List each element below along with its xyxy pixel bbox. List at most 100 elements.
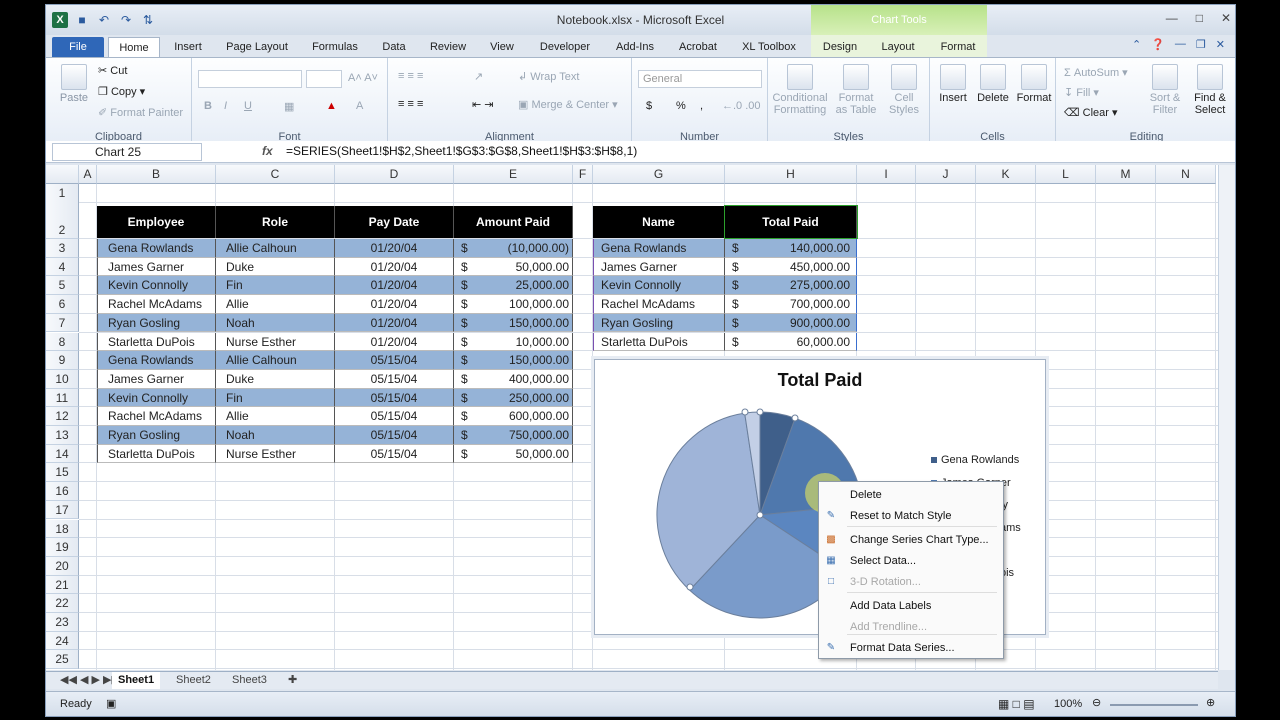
tab-home[interactable]: Home [108, 37, 160, 57]
insert-sheet-icon[interactable]: ✚ [282, 672, 303, 689]
row-header-14[interactable]: 14 [46, 444, 79, 464]
row-header-15[interactable]: 15 [46, 463, 79, 483]
table2-name-cell[interactable]: Starletta DuPois [593, 332, 725, 352]
table2-header-cell[interactable]: Total Paid [724, 205, 858, 239]
table1-cell[interactable]: 01/20/04 [335, 313, 454, 333]
table2-name-cell[interactable]: Gena Rowlands [593, 239, 725, 258]
conditional-formatting-button[interactable]: Conditional Formatting [772, 64, 828, 116]
format-cells-button[interactable]: Format [1014, 64, 1054, 104]
table1-cell[interactable]: 01/20/04 [335, 257, 454, 277]
comma-button[interactable]: , [700, 100, 703, 112]
row-header-22[interactable]: 22 [46, 594, 79, 613]
column-header-a[interactable]: A [79, 165, 97, 184]
formula-input[interactable]: =SERIES(Sheet1!$H$2,Sheet1!$G$3:$G$8,She… [286, 144, 637, 158]
collapse-ribbon-icon[interactable]: ⌃ [1132, 38, 1141, 51]
table1-cell[interactable]: Allie Calhoun [216, 351, 335, 370]
menu-item-delete[interactable]: Delete [819, 485, 1003, 505]
cut-button[interactable]: ✂ Cut [98, 64, 127, 77]
row-header-20[interactable]: 20 [46, 556, 79, 576]
table2-name-cell[interactable]: Rachel McAdams [593, 295, 725, 314]
table1-cell[interactable]: 05/15/04 [335, 369, 454, 389]
menu-item-add-data-labels[interactable]: Add Data Labels [819, 596, 1003, 616]
table1-cell[interactable]: $25,000.00 [454, 276, 573, 296]
table2-name-cell[interactable]: Ryan Gosling [593, 313, 725, 333]
table1-cell[interactable]: $750,000.00 [454, 426, 573, 445]
table1-cell[interactable]: 05/15/04 [335, 444, 454, 464]
table1-cell[interactable]: Kevin Connolly [97, 276, 216, 296]
menu-item-3-d-rotation[interactable]: □ 3-D Rotation... [819, 572, 1003, 592]
insert-cells-button[interactable]: Insert [934, 64, 972, 104]
tab-formulas[interactable]: Formulas [308, 37, 362, 57]
table2-header-cell[interactable]: Name [593, 206, 725, 238]
table2-value-cell[interactable]: $275,000.00 [725, 276, 857, 296]
selection-handle[interactable] [756, 408, 764, 416]
table1-cell[interactable]: $600,000.00 [454, 407, 573, 426]
table2-value-cell[interactable]: $60,000.00 [725, 332, 857, 352]
row-header-23[interactable]: 23 [46, 613, 79, 632]
table1-cell[interactable]: 05/15/04 [335, 407, 454, 426]
decimal-icon[interactable]: ←.0 .00 [722, 100, 761, 112]
column-header-d[interactable]: D [335, 165, 454, 184]
indent-icon[interactable]: ⇤ ⇥ [472, 98, 494, 111]
currency-button[interactable]: $ [646, 100, 652, 112]
table2-name-cell[interactable]: James Garner [593, 257, 725, 277]
sheet-tab-sheet1[interactable]: Sheet1 [112, 672, 161, 689]
tab-layout[interactable]: Layout [876, 37, 920, 57]
zoom-in-icon[interactable]: ⊕ [1206, 696, 1215, 709]
table1-header-cell[interactable]: Amount Paid [454, 206, 573, 238]
row-header-5[interactable]: 5 [46, 276, 79, 296]
table1-cell[interactable]: Starletta DuPois [97, 332, 216, 352]
menu-item-select-data[interactable]: ▦ Select Data... [819, 551, 1003, 571]
table1-cell[interactable]: $250,000.00 [454, 388, 573, 408]
underline-button[interactable]: U [244, 100, 252, 112]
autosum-button[interactable]: Σ AutoSum ▾ [1064, 66, 1128, 79]
table1-cell[interactable]: $100,000.00 [454, 295, 573, 314]
column-header-c[interactable]: C [216, 165, 335, 184]
column-header-f[interactable]: F [573, 165, 593, 184]
tab-acrobat[interactable]: Acrobat [674, 37, 722, 57]
table1-cell[interactable]: Allie [216, 295, 335, 314]
tab-view[interactable]: View [484, 37, 520, 57]
table1-cell[interactable]: Starletta DuPois [97, 444, 216, 464]
table1-cell[interactable]: Noah [216, 426, 335, 445]
zoom-out-icon[interactable]: ⊖ [1092, 696, 1101, 709]
font-name-dropdown[interactable] [198, 70, 302, 88]
font-color-icon[interactable]: A [356, 100, 363, 112]
table2-name-cell[interactable]: Kevin Connolly [593, 276, 725, 296]
table1-cell[interactable]: Kevin Connolly [97, 388, 216, 408]
table1-cell[interactable]: 01/20/04 [335, 332, 454, 352]
table2-value-cell[interactable]: $140,000.00 [725, 239, 857, 258]
table1-cell[interactable]: Nurse Esther [216, 444, 335, 464]
align-top-icon[interactable]: ≡ ≡ ≡ [398, 70, 423, 82]
tab-developer[interactable]: Developer [534, 37, 596, 57]
sheet-tab-sheet2[interactable]: Sheet2 [170, 672, 217, 689]
tab-file[interactable]: File [52, 37, 104, 57]
table1-cell[interactable]: $50,000.00 [454, 444, 573, 464]
column-header-m[interactable]: M [1096, 165, 1156, 184]
zoom-slider[interactable] [1110, 704, 1198, 706]
row-header-19[interactable]: 19 [46, 538, 79, 557]
row-header-7[interactable]: 7 [46, 313, 79, 333]
table1-cell[interactable]: 05/15/04 [335, 351, 454, 370]
delete-cells-button[interactable]: Delete [974, 64, 1012, 104]
row-header-9[interactable]: 9 [46, 351, 79, 370]
selection-handle[interactable] [756, 511, 764, 519]
copy-button[interactable]: ❐ Copy ▾ [98, 85, 145, 98]
selection-handle[interactable] [791, 414, 799, 422]
table1-cell[interactable]: Rachel McAdams [97, 407, 216, 426]
menu-item-reset-to-match-style[interactable]: ✎ Reset to Match Style [819, 506, 1003, 526]
bold-button[interactable]: B [204, 100, 212, 112]
table1-cell[interactable]: Fin [216, 388, 335, 408]
table1-header-cell[interactable]: Employee [97, 206, 216, 238]
table1-cell[interactable]: $50,000.00 [454, 257, 573, 277]
doc-restore-icon[interactable]: ❐ [1196, 38, 1206, 51]
zoom-level[interactable]: 100% [1054, 698, 1082, 710]
menu-item-format-data-series[interactable]: ✎ Format Data Series... [819, 638, 1003, 658]
doc-minimize-icon[interactable]: — [1175, 38, 1186, 51]
doc-close-icon[interactable]: ✕ [1216, 38, 1225, 51]
table1-cell[interactable]: 01/20/04 [335, 295, 454, 314]
sheet-tab-sheet3[interactable]: Sheet3 [226, 672, 273, 689]
fill-button[interactable]: ↧ Fill ▾ [1064, 86, 1099, 99]
view-buttons[interactable]: ▦ □ ▤ [998, 697, 1035, 711]
table1-cell[interactable]: 05/15/04 [335, 388, 454, 408]
